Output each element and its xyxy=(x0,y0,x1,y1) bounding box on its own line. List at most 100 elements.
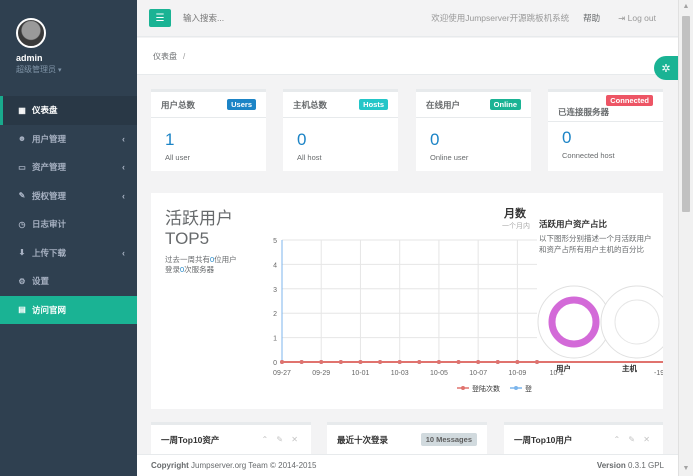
stat-title: 主机总数 xyxy=(293,99,328,110)
y-tick-label: 1 xyxy=(273,336,277,343)
stat-value: 0 xyxy=(430,130,440,149)
settings-toggle-button[interactable]: ✲ xyxy=(654,56,678,80)
x-tick-label: -19 xyxy=(654,370,663,377)
data-point xyxy=(378,360,383,364)
data-point xyxy=(319,360,324,364)
stat-header: 用户总数 Users xyxy=(151,92,266,118)
data-point xyxy=(280,360,284,364)
stat-header: Connected 已连接服务器 xyxy=(548,92,663,122)
sidebar-item-settings[interactable]: ⚙ 设置 xyxy=(0,267,137,296)
sidebar: admin 超级管理员 ▾ ▦ 仪表盘 ☻ 用户管理 ‹ ▭ 资产管理 ‹ ✎ 授… xyxy=(0,0,137,476)
search-input[interactable] xyxy=(183,13,333,23)
sidebar-item-users[interactable]: ☻ 用户管理 ‹ xyxy=(0,125,137,154)
stat-header: 主机总数 Hosts xyxy=(283,92,398,118)
sidebar-item-audit[interactable]: ◷ 日志审计 xyxy=(0,210,137,239)
profile-section: admin 超级管理员 ▾ xyxy=(0,0,137,90)
stat-header: 在线用户 Online xyxy=(416,92,531,118)
x-tick-label: 10-09 xyxy=(508,370,526,377)
x-tick-label: 09-29 xyxy=(312,370,330,377)
sign-out-icon: ⇥ xyxy=(618,12,628,23)
sidebar-item-label: 仪表盘 xyxy=(32,105,58,116)
sidebar-item-dashboard[interactable]: ▦ 仪表盘 xyxy=(0,96,137,125)
sidebar-item-transfer[interactable]: ⬇ 上传下载 ‹ xyxy=(0,239,137,268)
chevron-left-icon: ‹ xyxy=(122,190,125,201)
breadcrumb-separator: / xyxy=(183,51,186,61)
download-icon: ⬇ xyxy=(18,248,26,258)
vertical-scrollbar[interactable]: ▲ ▼ xyxy=(678,0,693,476)
x-tick-label: 10-07 xyxy=(469,370,487,377)
stat-badge: Connected xyxy=(606,95,653,106)
recent-logins-box: 最近十次登录 10 Messages xyxy=(327,422,487,454)
footer: Copyright Jumpserver.org Team © 2014-201… xyxy=(137,454,678,476)
sidebar-item-assets[interactable]: ▭ 资产管理 ‹ xyxy=(0,153,137,182)
box-title: 最近十次登录 xyxy=(337,434,389,445)
help-link[interactable]: 帮助 xyxy=(583,12,600,24)
box-tools[interactable]: ⌃ ✎ ✕ xyxy=(261,435,301,444)
sidebar-item-website[interactable]: ▤ 访问官网 xyxy=(0,295,137,324)
assets-description: 以下图形分别描述一个月活跃用户和资产占所有用户主机的百分比 xyxy=(539,234,652,254)
logout-label: Log out xyxy=(627,12,656,23)
x-tick-label: 10-01 xyxy=(352,370,370,377)
breadcrumb-current[interactable]: 仪表盘 xyxy=(153,51,177,62)
stat-value: 1 xyxy=(165,130,175,149)
stat-title: 已连接服务器 xyxy=(558,107,610,117)
stat-title: 用户总数 xyxy=(161,99,196,110)
stat-subtitle: Connected host xyxy=(562,151,615,160)
legend-marker xyxy=(461,386,465,390)
book-icon: ▤ xyxy=(18,305,26,315)
logout-link[interactable]: ⇥ Log out xyxy=(618,13,656,24)
y-tick-label: 3 xyxy=(273,287,277,294)
y-tick-label: 5 xyxy=(273,238,277,245)
stat-badge: Hosts xyxy=(359,99,388,110)
box-title: 一周Top10资产 xyxy=(161,434,220,445)
stat-value: 0 xyxy=(297,130,307,149)
data-point xyxy=(476,360,481,364)
top10-assets-box: 一周Top10资产 ⌃ ✎ ✕ xyxy=(151,422,311,454)
menu-toggle-button[interactable]: ☰ xyxy=(149,9,171,27)
chevron-left-icon: ‹ xyxy=(122,133,125,144)
scrollbar-thumb[interactable] xyxy=(682,16,690,212)
scroll-up-arrow-icon[interactable]: ▲ xyxy=(679,0,693,14)
copyright-label: Copyright xyxy=(151,461,189,470)
x-tick-label: 10-03 xyxy=(391,370,409,377)
sidebar-item-permissions[interactable]: ✎ 授权管理 ‹ xyxy=(0,182,137,211)
x-tick-label: 09-27 xyxy=(273,370,291,377)
data-point xyxy=(436,360,441,364)
data-point xyxy=(358,360,363,364)
data-point xyxy=(495,360,500,364)
version-label: Version xyxy=(596,461,626,470)
edit-icon: ✎ xyxy=(18,191,26,201)
assets-title: 活跃用户资产占比 xyxy=(539,219,608,229)
stat-badge: Online xyxy=(489,99,521,110)
y-tick-label: 2 xyxy=(273,311,277,318)
legend-marker xyxy=(514,386,518,390)
box-title: 一周Top10用户 xyxy=(514,434,573,445)
sidebar-item-label: 日志审计 xyxy=(32,219,67,230)
data-point xyxy=(397,360,402,364)
stat-subtitle: Online user xyxy=(430,153,469,162)
inbox-icon: ▭ xyxy=(18,162,26,172)
pie-outline-hosts xyxy=(600,285,663,359)
stat-title: 在线用户 xyxy=(426,99,461,110)
pie-label-hosts: 主机 xyxy=(622,364,637,373)
bars-icon: ☰ xyxy=(155,12,165,24)
stat-box-online: 在线用户 Online 0 Online user xyxy=(416,89,531,171)
gears-icon: ⚙ xyxy=(18,276,26,286)
dashboard-icon: ▦ xyxy=(18,105,26,115)
profile-role-dropdown[interactable]: 超级管理员 ▾ xyxy=(16,64,137,75)
chevron-left-icon: ‹ xyxy=(122,162,125,173)
scroll-down-arrow-icon[interactable]: ▼ xyxy=(679,462,693,476)
users-icon: ☻ xyxy=(17,134,27,144)
sidebar-item-label: 资产管理 xyxy=(32,162,67,173)
sidebar-item-label: 访问官网 xyxy=(32,304,67,315)
x-tick-label: 10-05 xyxy=(430,370,448,377)
data-point xyxy=(299,360,304,364)
legend-label: 登 xyxy=(525,384,532,393)
breadcrumb: 仪表盘 / xyxy=(137,38,678,75)
profile-role-label: 超级管理员 xyxy=(16,65,56,74)
sidebar-nav: ▦ 仪表盘 ☻ 用户管理 ‹ ▭ 资产管理 ‹ ✎ 授权管理 ‹ ◷ 日志审计 … xyxy=(0,96,137,324)
avatar[interactable] xyxy=(16,18,46,48)
data-point xyxy=(417,360,422,364)
sidebar-item-label: 授权管理 xyxy=(32,190,67,201)
box-tools[interactable]: ⌃ ✎ ✕ xyxy=(613,435,653,444)
